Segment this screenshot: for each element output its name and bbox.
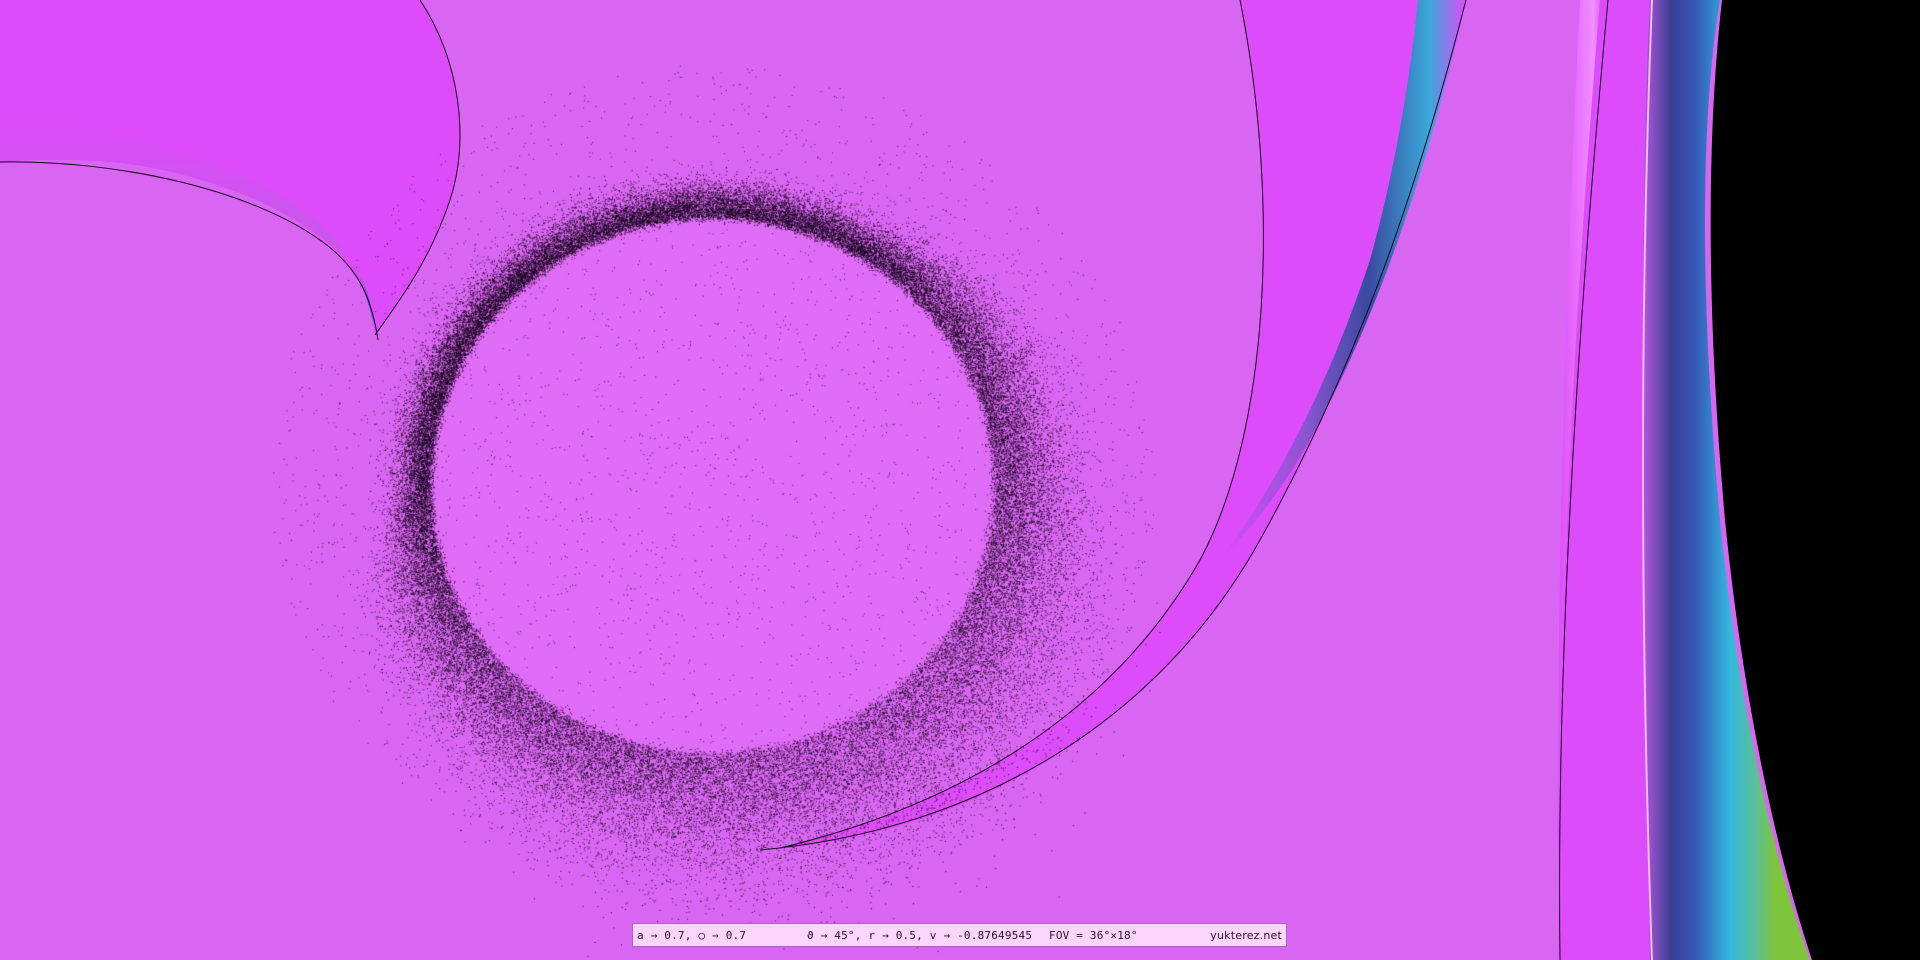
spin-params-label: a → 0.7, ○ → 0.7 [637, 928, 747, 942]
site-link[interactable]: yukterez.net [1210, 929, 1282, 942]
camera-params-label: ϑ → 45°, r → 0.5, v → -0.87649545 [807, 928, 1033, 942]
status-bar: a → 0.7, ○ → 0.7 ϑ → 45°, r → 0.5, v → -… [632, 923, 1287, 947]
fov-label: FOV = 36°×18° [1049, 928, 1138, 942]
black-hole-render [0, 0, 1920, 960]
shadow-disk [430, 217, 994, 753]
